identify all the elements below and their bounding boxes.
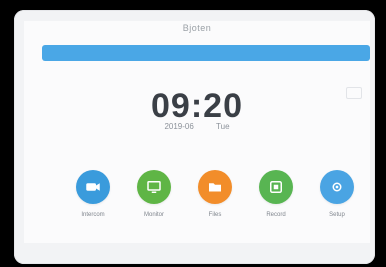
app-icons: Intercom Monitor Files Record Setup: [74, 170, 356, 224]
app-intercom[interactable]: Intercom: [74, 170, 112, 224]
app-label: Record: [266, 212, 286, 218]
app-record[interactable]: Record: [257, 170, 295, 224]
app-label: Files: [208, 212, 222, 218]
brand-label: Bjoten: [182, 23, 212, 33]
top-bar: [42, 45, 370, 61]
monitor-icon[interactable]: [137, 170, 171, 204]
date-value: 2019-06: [164, 122, 194, 131]
clock-time: 09:20: [151, 87, 243, 125]
video-icon[interactable]: [76, 170, 110, 204]
app-label: Intercom: [81, 212, 105, 218]
app-monitor[interactable]: Monitor: [135, 170, 173, 224]
screen: Bjoten 09:20 2019-06 Tue Intercom Monito…: [24, 21, 370, 243]
date-row: 2019-06 Tue: [24, 122, 370, 131]
settings-icon[interactable]: [320, 170, 354, 204]
day-value: Tue: [216, 122, 230, 131]
app-label: Monitor: [143, 212, 164, 218]
app-files[interactable]: Files: [196, 170, 234, 224]
app-label: Setup: [329, 212, 345, 218]
folder-icon[interactable]: [198, 170, 232, 204]
record-icon[interactable]: [259, 170, 293, 204]
app-setup[interactable]: Setup: [318, 170, 356, 224]
